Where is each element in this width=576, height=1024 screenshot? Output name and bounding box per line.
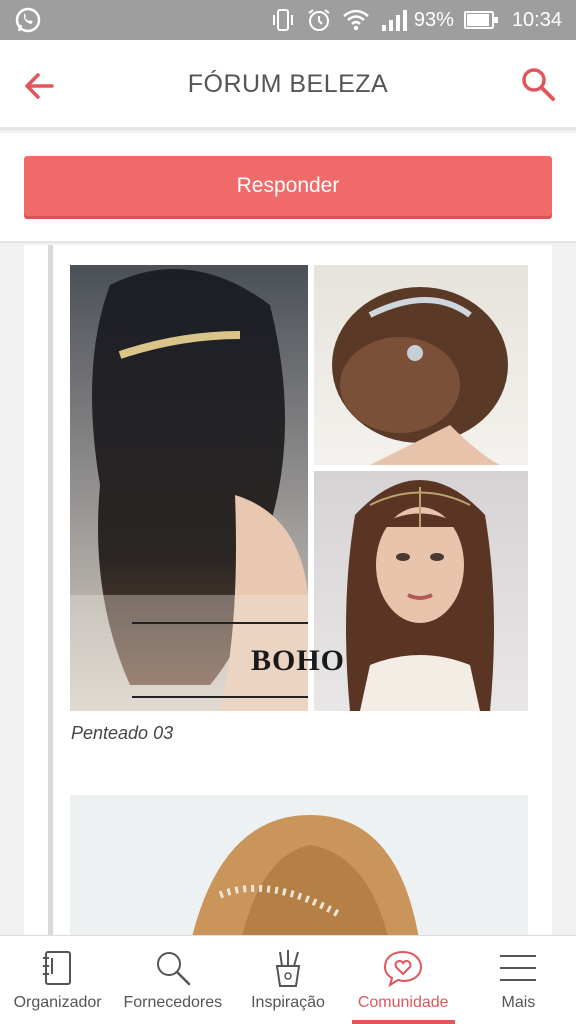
nav-fornecedores[interactable]: Fornecedores — [115, 936, 230, 1024]
nav-comunidade[interactable]: Comunidade — [346, 936, 461, 1024]
hairstyle-collage-image[interactable]: BOHO — [70, 265, 528, 711]
heart-chat-icon — [384, 950, 423, 988]
bottom-navigation: Organizador Fornecedores Inspiração Comu… — [0, 935, 576, 1024]
signal-icon — [378, 7, 407, 33]
hairstyle-photo-image[interactable] — [70, 795, 528, 935]
battery-icon — [463, 11, 498, 29]
nav-inspiracao[interactable]: Inspiração — [230, 936, 345, 1024]
app-bar: FÓRUM BELEZA — [0, 40, 576, 130]
nav-label: Mais — [501, 994, 536, 1011]
whatsapp-icon — [14, 6, 42, 39]
brushes-cup-icon — [275, 950, 301, 987]
nav-label: Inspiração — [251, 994, 325, 1011]
post-card: BOHO Penteado 03 — [24, 245, 552, 935]
clock: 10:34 — [511, 8, 562, 31]
thread-content[interactable]: BOHO Penteado 03 — [0, 245, 576, 935]
page-title: FÓRUM BELEZA — [187, 70, 389, 98]
search-icon — [156, 952, 191, 986]
wifi-icon — [342, 7, 369, 33]
nav-organizador[interactable]: Organizador — [0, 936, 115, 1024]
reply-button[interactable]: Responder — [24, 156, 552, 216]
status-bar: 93% 10:34 — [0, 0, 576, 40]
nav-label: Comunidade — [357, 994, 449, 1011]
nav-label: Fornecedores — [123, 994, 223, 1011]
post-caption: Penteado 03 — [71, 723, 174, 743]
menu-icon — [500, 955, 537, 981]
search-icon[interactable] — [518, 64, 558, 104]
quote-bar — [48, 245, 53, 935]
vibrate-icon — [270, 7, 296, 33]
reply-area: Responder — [0, 133, 576, 243]
alarm-icon — [306, 7, 332, 33]
nav-label: Organizador — [13, 994, 102, 1011]
notebook-icon — [42, 951, 71, 985]
battery-percent: 93% — [413, 8, 454, 31]
collage-boho-text: BOHO — [251, 644, 345, 677]
nav-mais[interactable]: Mais — [461, 936, 576, 1024]
